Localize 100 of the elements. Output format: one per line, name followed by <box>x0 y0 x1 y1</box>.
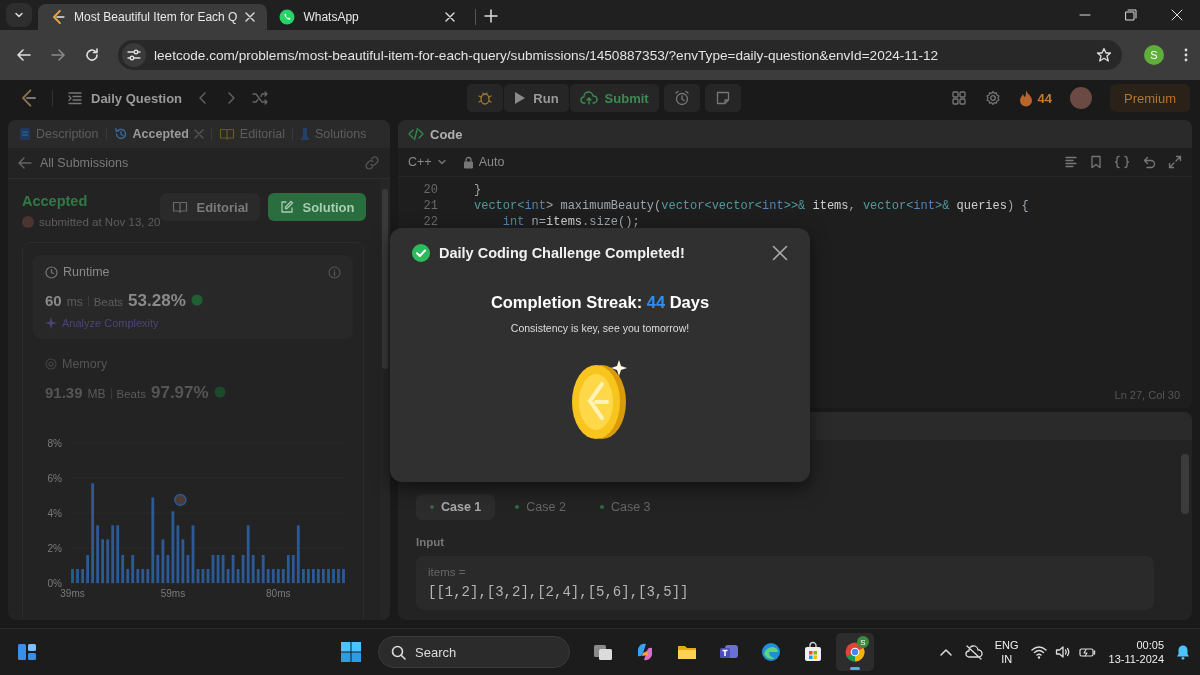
play-icon <box>514 91 527 105</box>
panel-title: Code <box>430 126 463 142</box>
axis-label: 6% <box>47 472 62 484</box>
bell-icon[interactable] <box>1176 644 1190 660</box>
language-dropdown[interactable]: C++ <box>408 155 447 169</box>
chart-bar <box>322 569 325 583</box>
note-icon <box>714 90 731 106</box>
axis-label: 0% <box>47 577 62 589</box>
panel-tab[interactable]: Accepted <box>106 127 211 141</box>
taskbar-app[interactable]: S <box>836 633 874 671</box>
settings-icon[interactable] <box>984 90 1001 106</box>
arrow-left-icon <box>16 47 32 63</box>
shuffle-icon[interactable] <box>252 90 269 106</box>
modal-title: Daily Coding Challenge Completed! <box>439 245 686 261</box>
case-tab[interactable]: Case 3 <box>585 494 665 520</box>
clock[interactable]: 00:05 13-11-2024 <box>1108 638 1164 666</box>
sliders-icon <box>127 48 141 62</box>
code-line: } <box>474 182 482 198</box>
chart-bar <box>302 569 305 583</box>
profile-button[interactable]: S <box>1144 45 1164 65</box>
widgets-icon[interactable] <box>16 641 38 663</box>
notes-button[interactable] <box>704 84 741 112</box>
site-info-button[interactable] <box>122 43 146 67</box>
case-tab[interactable]: Case 2 <box>501 494 580 520</box>
daily-question-button[interactable]: Daily Question <box>67 90 183 106</box>
flask-icon <box>300 127 310 141</box>
close-icon <box>245 12 256 22</box>
battery-icon[interactable] <box>1078 645 1097 659</box>
close-icon[interactable] <box>772 245 788 261</box>
close-icon <box>445 12 456 22</box>
book-icon <box>172 200 189 214</box>
cloud-off-icon[interactable] <box>964 644 983 660</box>
modal-message: Consistency is key, see you tomorrow! <box>509 322 691 334</box>
run-button[interactable]: Run <box>504 84 569 112</box>
chart-bar <box>81 569 84 583</box>
dot-icon <box>515 505 520 509</box>
alarm-clock-icon <box>673 90 690 106</box>
dot-icon <box>430 505 434 509</box>
expand-icon[interactable] <box>1168 155 1182 169</box>
shopping-bag-icon <box>802 641 824 663</box>
solution-button[interactable]: Solution <box>268 193 367 221</box>
chip-icon <box>45 358 57 370</box>
chart-bar <box>76 569 79 583</box>
browser-tab[interactable]: Most Beautiful Item for Each Q <box>38 4 268 30</box>
input-language[interactable]: ENG IN <box>994 638 1019 666</box>
user-avatar[interactable] <box>1070 87 1092 109</box>
close-icon <box>193 129 204 139</box>
timer-button[interactable] <box>663 84 700 112</box>
metric-title: Runtime <box>63 265 110 279</box>
speaker-icon[interactable] <box>1054 645 1071 659</box>
code-line: vector<int> maximumBeauty(vector<vector<int>>& items, vector<int>& queries) { <box>474 198 1029 214</box>
tab-search-button[interactable] <box>6 3 32 27</box>
chart-bar <box>312 569 315 583</box>
site-logo-icon <box>50 9 66 25</box>
badge-icon <box>190 294 203 306</box>
flame-icon <box>1018 89 1033 107</box>
axis-label: 4% <box>47 507 62 519</box>
lock-icon <box>462 155 474 169</box>
submit-button[interactable]: Submit <box>569 84 659 112</box>
address-bar[interactable]: leetcode.com/problems/most-beautiful-item-for-each-query/submissions/1450887353/?envType=daily-question&envId=2024-11-12 <box>118 40 1122 70</box>
history-icon <box>113 127 128 141</box>
undo-icon[interactable] <box>1142 155 1156 169</box>
list-icon <box>67 90 83 106</box>
layout-grid-icon[interactable] <box>950 90 967 106</box>
badge-icon <box>213 386 226 398</box>
check-circle-icon <box>412 244 430 262</box>
wave-browser-icon <box>760 641 782 663</box>
star-icon[interactable] <box>1096 47 1112 63</box>
search-icon <box>391 644 406 660</box>
mode-label: Auto <box>478 155 505 169</box>
case-tab[interactable]: Case 1 <box>416 494 496 520</box>
debug-button[interactable] <box>467 84 504 112</box>
back-link[interactable]: All Submissions <box>18 156 129 170</box>
chat-bubble-icon <box>279 9 296 25</box>
axis-label: 39ms <box>60 588 85 599</box>
chart-bar <box>332 569 335 583</box>
browser-tab[interactable]: WhatsApp <box>267 4 468 30</box>
bookmark-icon[interactable] <box>1090 155 1102 169</box>
status-text: Accepted <box>22 193 89 209</box>
dot-icon <box>599 505 604 509</box>
beats-percent: 53.28% <box>128 291 186 311</box>
axis-label: 2% <box>47 542 62 554</box>
chart-bar <box>101 539 104 584</box>
windows-logo-icon <box>340 641 362 663</box>
search-field[interactable]: Search <box>378 636 570 668</box>
line-number: 20 <box>422 182 438 198</box>
line-number: 21 <box>422 198 438 214</box>
chart-bar <box>307 569 310 583</box>
arrow-left-icon <box>18 156 32 170</box>
editorial-button[interactable]: Editorial <box>160 193 261 221</box>
premium-button[interactable]: Premium <box>1110 84 1190 112</box>
axis-label: 59ms <box>160 588 186 599</box>
wifi-icon[interactable] <box>1030 645 1047 659</box>
streak-counter[interactable]: 44 <box>1018 89 1052 107</box>
metric-value: 60 <box>45 292 62 309</box>
format-icon[interactable] <box>1064 155 1078 169</box>
input-value-box: items = [[1,2],[3,2],[2,4],[5,6],[3,5]] <box>416 556 1154 610</box>
braces-icon[interactable] <box>1114 155 1130 169</box>
new-tab-icon[interactable] <box>484 9 499 23</box>
profile-badge: S <box>857 636 869 648</box>
